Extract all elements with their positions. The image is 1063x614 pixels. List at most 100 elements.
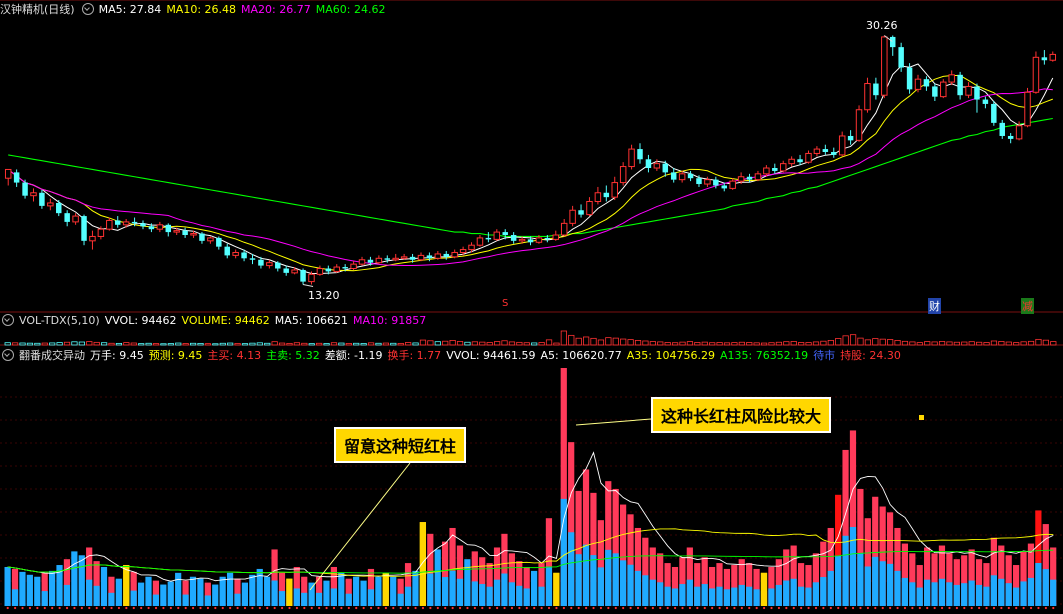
- indicator-header: 翻番成交异动 万手: 9.45 预测: 9.45 主买: 4.13 主卖: 5.32 差额…: [0, 348, 906, 364]
- indicator-bar-inner: [508, 582, 515, 606]
- vol-bar: [197, 342, 204, 346]
- expand-icon[interactable]: [81, 3, 94, 15]
- bottom-marker: [177, 606, 180, 610]
- indicator-bar: [249, 574, 256, 606]
- indicator-bar: [189, 576, 197, 606]
- vol-bar: [716, 342, 723, 346]
- bottom-marker: [963, 606, 966, 610]
- candle-body-down: [603, 192, 610, 198]
- candle-body-down: [283, 268, 289, 273]
- expand-icon[interactable]: [2, 314, 14, 326]
- bottom-marker: [392, 606, 395, 610]
- indicator-bar-inner: [946, 582, 953, 606]
- candle-body-down: [974, 86, 980, 100]
- bottom-marker: [318, 606, 321, 610]
- vol-bar: [1013, 342, 1020, 346]
- vol-bar: [219, 342, 226, 346]
- long-red-annotation: 这种长红柱风险比较大: [651, 397, 832, 433]
- ma10-label: MA10: 26.48: [166, 3, 237, 16]
- bottom-marker: [636, 606, 640, 610]
- candle-body-down: [224, 246, 230, 256]
- indicator-bar-inner: [983, 586, 990, 606]
- candle-body-down: [216, 237, 222, 247]
- indicator-bar-inner: [345, 593, 352, 606]
- vol-bar: [1027, 340, 1035, 346]
- vol-bar: [115, 342, 123, 346]
- yuce-label: 预测: 9.45: [148, 349, 203, 362]
- candle-body-up: [535, 237, 543, 243]
- vol-bar: [872, 338, 879, 346]
- candle-body-up: [881, 36, 888, 96]
- vol-bar: [123, 342, 130, 346]
- bottom-marker: [340, 606, 343, 610]
- indicator-bars: [4, 368, 1057, 606]
- bottom-marker: [1000, 606, 1003, 610]
- jian-marker[interactable]: 减: [1021, 298, 1034, 314]
- indicator-bar-inner: [775, 584, 782, 606]
- candle-body-down: [409, 256, 416, 260]
- indicator-bar-inner: [278, 591, 286, 606]
- vol-bar: [212, 343, 219, 346]
- ma60-label: MA60: 24.62: [315, 3, 386, 16]
- candle-body-up: [434, 253, 442, 259]
- vol-bar: [412, 342, 419, 346]
- indicator-bar-inner: [931, 582, 938, 606]
- grid-lines: [0, 0, 1063, 605]
- indicator-bar-inner: [627, 564, 634, 606]
- vol-bar: [353, 342, 360, 346]
- bottom-marker: [399, 606, 402, 610]
- vol-bar: [523, 342, 530, 346]
- indicator-bar: [264, 576, 271, 606]
- indicator-bar-highlight: [286, 578, 293, 606]
- candle-body-down: [873, 83, 879, 96]
- bottom-marker: [837, 606, 840, 610]
- candle-body-down: [670, 172, 677, 180]
- vol-bar: [182, 343, 189, 346]
- vol-bar: [494, 341, 501, 346]
- expand-icon[interactable]: [2, 349, 14, 361]
- vol-bar: [152, 343, 160, 346]
- candle-body-down: [721, 185, 727, 189]
- candle-body-down: [131, 221, 138, 224]
- candle-body-up: [552, 234, 560, 240]
- bottom-marker: [229, 606, 232, 610]
- ind-title: 翻番成交异动: [19, 349, 85, 362]
- bottom-marker: [940, 606, 944, 610]
- bottom-marker: [369, 606, 373, 610]
- vol-bar: [138, 343, 145, 346]
- candles: [4, 35, 1057, 288]
- vol-bar: [560, 330, 567, 346]
- candle-body-up: [350, 263, 357, 270]
- candle-body-up: [1032, 56, 1040, 93]
- vol-bar: [731, 342, 738, 346]
- candle-body-up: [594, 192, 602, 203]
- cai-marker[interactable]: 财: [928, 298, 941, 314]
- candle-body-up: [333, 266, 340, 272]
- bottom-marker: [132, 606, 135, 610]
- indicator-bar-inner: [1050, 579, 1057, 606]
- bottom-marker: [251, 606, 254, 610]
- vol-bar: [316, 342, 323, 346]
- indicator-bar-inner: [864, 566, 871, 606]
- vol-bar: [553, 342, 560, 346]
- low-pointer: [302, 284, 314, 288]
- candle-body-up: [400, 256, 408, 259]
- vol-bar: [798, 342, 805, 346]
- vol-bar: [367, 342, 375, 346]
- bottom-marker: [577, 606, 580, 610]
- candle-body-down: [822, 149, 829, 152]
- bottom-marker: [889, 606, 892, 610]
- bottom-marker: [926, 606, 929, 610]
- indicator-bar: [212, 584, 219, 606]
- vol-bar: [189, 342, 197, 346]
- bottom-marker: [703, 606, 706, 610]
- candle-body-up: [1049, 53, 1057, 61]
- indicator-bar: [137, 582, 145, 606]
- indicator-bar: [338, 572, 345, 606]
- indicator-bar: [323, 580, 330, 606]
- bottom-marker: [466, 606, 469, 610]
- indicator-bar-inner: [63, 584, 71, 606]
- candle-body-down: [713, 179, 719, 186]
- indicator-bar-inner: [397, 593, 404, 606]
- a35-label: A35: 104756.29: [626, 349, 715, 362]
